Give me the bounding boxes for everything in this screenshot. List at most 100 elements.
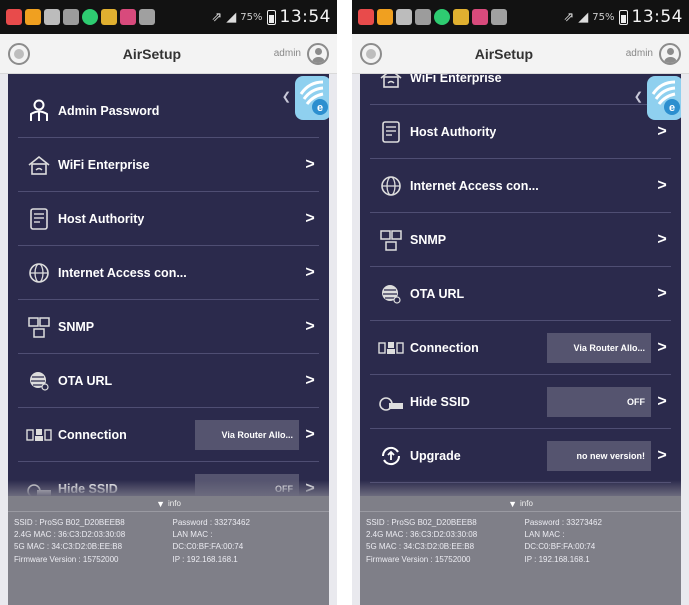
phone-screen-right: ⇗ ◢ 75% 13:54 AirSetup admin WiFi Enterp… — [352, 0, 689, 605]
info-title: info — [520, 499, 533, 508]
signal-icon: ◢ — [578, 9, 589, 25]
info-toggle[interactable]: ▼ info — [8, 496, 329, 512]
info-toggle[interactable]: ▼ info — [360, 496, 681, 512]
user-icon[interactable] — [659, 42, 681, 65]
info-mac-5g: 5G MAC : 34:C3:D2:0B:EE:B8 — [14, 542, 123, 552]
menu-item-label: WiFi Enterprise — [410, 74, 502, 85]
list-fade — [360, 480, 681, 496]
notification-app-icon — [6, 9, 22, 25]
menu-item-connection[interactable]: Connection Via Router Allo... > — [18, 408, 319, 462]
ota-globe-icon — [378, 281, 404, 307]
status-bar: ⇗ ◢ 75% 13:54 — [352, 0, 689, 34]
menu-item-internet-access-con[interactable]: Internet Access con... > — [370, 159, 671, 213]
globe-icon — [378, 173, 404, 199]
ota-globe-icon — [26, 368, 52, 394]
chevron-right-icon[interactable]: > — [301, 210, 319, 228]
info-password: Password : 33273462 — [172, 518, 250, 527]
menu-item-connection[interactable]: Connection Via Router Allo... > — [370, 321, 671, 375]
info-mac-24g: 2.4G MAC : 36:C3:D2:03:30:08 — [366, 530, 478, 540]
info-mac-24g: 2.4G MAC : 36:C3:D2:03:30:08 — [14, 530, 126, 540]
info-firmware: Firmware Version : 15752000 — [366, 554, 471, 564]
connection-icon — [26, 422, 52, 448]
signal-icon: ◢ — [226, 9, 237, 25]
chevron-down-icon: ▼ — [156, 498, 165, 509]
username: admin — [273, 48, 301, 59]
menu-item-value[interactable]: Via Router Allo... — [547, 332, 651, 363]
settings-panel: WiFi Enterprise Host Authority > Internet A… — [360, 74, 681, 496]
collapse-arrow-icon[interactable]: ❮ — [634, 90, 643, 103]
menu-item-label: OTA URL — [58, 373, 113, 388]
status-bar: ⇗ ◢ 75% 13:54 — [0, 0, 337, 34]
chevron-right-icon[interactable]: > — [301, 264, 319, 282]
menu-item-label: SNMP — [410, 232, 447, 247]
document-icon — [378, 119, 404, 145]
globe-icon — [26, 260, 52, 286]
menu-item-host-authority[interactable]: Host Authority > — [18, 192, 319, 246]
menu-circle-button[interactable] — [360, 42, 382, 65]
info-ssid: SSID : ProSG B02_D20BEEB8 — [14, 518, 125, 527]
menu-item-wifi-enterprise[interactable]: WiFi Enterprise > — [18, 138, 319, 192]
menu-item-label: SNMP — [58, 319, 95, 334]
info-panel: ▼ info SSID : ProSG B02_D20BEEB8 2.4G MA… — [360, 496, 681, 605]
notification-app-icon — [453, 9, 469, 25]
airsetup-logo-icon[interactable]: e — [643, 74, 681, 120]
chevron-right-icon[interactable]: > — [653, 339, 671, 357]
battery-icon — [266, 9, 276, 25]
menu-circle-button[interactable] — [8, 42, 30, 65]
chevron-right-icon[interactable]: > — [301, 318, 319, 336]
menu-item-value[interactable]: no new version! — [547, 440, 651, 471]
menu-item-label: OTA URL — [410, 286, 465, 301]
notification-app-icon — [82, 9, 98, 25]
chevron-right-icon[interactable]: > — [301, 426, 319, 444]
app-header: AirSetup admin — [0, 34, 337, 74]
house-icon — [26, 152, 52, 178]
airsetup-logo-icon[interactable]: e — [291, 74, 329, 120]
menu-item-label: Host Authority — [58, 211, 145, 226]
notification-image-icon — [139, 9, 155, 25]
circle-icon — [14, 48, 24, 59]
chevron-right-icon[interactable]: > — [653, 123, 671, 141]
menu-item-ota-url[interactable]: OTA URL > — [18, 354, 319, 408]
info-ip: IP : 192.168.168.1 — [524, 554, 590, 564]
info-mac-5g: 5G MAC : 34:C3:D2:0B:EE:B8 — [366, 542, 475, 552]
notification-image-icon — [491, 9, 507, 25]
chevron-right-icon[interactable]: > — [653, 447, 671, 465]
menu-item-snmp[interactable]: SNMP > — [370, 213, 671, 267]
menu-item-snmp[interactable]: SNMP > — [18, 300, 319, 354]
user-icon[interactable] — [307, 42, 329, 65]
menu-item-label: WiFi Enterprise — [58, 157, 150, 172]
notification-image-icon — [63, 9, 79, 25]
chevron-right-icon[interactable]: > — [653, 177, 671, 195]
connection-icon — [378, 335, 404, 361]
menu-item-ota-url[interactable]: OTA URL > — [370, 267, 671, 321]
chevron-right-icon[interactable]: > — [653, 285, 671, 303]
menu-item-wifi-enterprise[interactable]: WiFi Enterprise — [370, 74, 671, 105]
chevron-right-icon[interactable]: > — [301, 156, 319, 174]
menu-item-label: Upgrade — [410, 448, 461, 463]
collapse-arrow-icon[interactable]: ❮ — [282, 90, 291, 103]
settings-list: Admin Password WiFi Enterprise > Host Autho… — [8, 84, 329, 496]
app-title: AirSetup — [474, 45, 534, 62]
menu-item-value[interactable]: Via Router Allo... — [195, 419, 299, 450]
menu-item-label: Host Authority — [410, 124, 497, 139]
menu-item-hide-ssid[interactable]: Hide SSID OFF> — [370, 375, 671, 429]
info-lan-mac-label: LAN MAC : — [172, 530, 213, 540]
username: admin — [625, 48, 653, 59]
house-icon — [378, 74, 404, 91]
upgrade-icon — [378, 443, 404, 469]
menu-item-internet-access-con[interactable]: Internet Access con... > — [18, 246, 319, 300]
menu-item-label: Connection — [58, 427, 127, 442]
chevron-right-icon[interactable]: > — [301, 372, 319, 390]
menu-item-value[interactable]: OFF — [547, 386, 651, 417]
notification-app-icon — [377, 9, 393, 25]
notification-icons — [6, 9, 155, 25]
menu-item-label: Internet Access con... — [58, 265, 187, 280]
menu-item-upgrade[interactable]: Upgrade no new version! > — [370, 429, 671, 483]
menu-item-admin-password[interactable]: Admin Password — [18, 84, 319, 138]
notification-image-icon — [415, 9, 431, 25]
chevron-right-icon[interactable]: > — [653, 231, 671, 249]
menu-item-host-authority[interactable]: Host Authority > — [370, 105, 671, 159]
info-lan-mac: DC:C0:BF:FA:00:74 — [524, 542, 596, 552]
chevron-right-icon[interactable]: > — [653, 393, 671, 411]
list-fade — [8, 480, 329, 496]
